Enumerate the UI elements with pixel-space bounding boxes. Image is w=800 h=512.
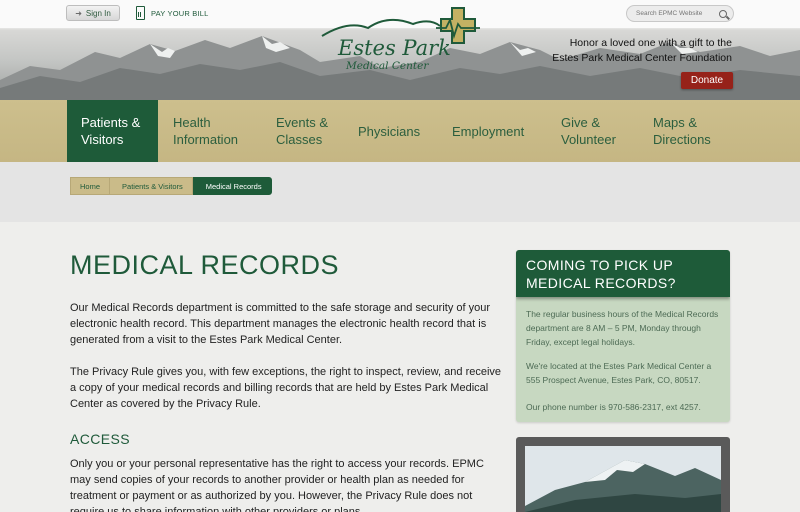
logo-name: Estes Park xyxy=(338,36,451,60)
calculator-icon xyxy=(136,6,145,20)
sign-in-label: Sign In xyxy=(85,8,111,18)
nav-label: Volunteer xyxy=(561,132,616,147)
breadcrumb-patients-visitors[interactable]: Patients & Visitors xyxy=(110,177,193,195)
location-text: We're located at the Estes Park Medical … xyxy=(526,361,712,385)
intro-paragraph: Our Medical Records department is commit… xyxy=(70,302,491,346)
nav-label: Health xyxy=(173,115,211,130)
nav-label: Give & xyxy=(561,115,601,130)
sign-in-button[interactable]: ➜ Sign In xyxy=(66,5,120,21)
pay-bill-link[interactable]: PAY YOUR BILL xyxy=(136,4,209,22)
foundation-line-1: Honor a loved one with a gift to the xyxy=(569,37,732,49)
nav-physicians[interactable]: Physicians xyxy=(358,100,438,162)
mountain-photo-frame xyxy=(516,437,730,512)
phone-text: Our phone number is 970-586-2317, ext 42… xyxy=(526,402,701,412)
pickup-heading-line-2: MEDICAL RECORDS? xyxy=(526,275,676,291)
access-paragraph: Only you or your personal representative… xyxy=(70,458,484,512)
site-search xyxy=(626,5,734,22)
foundation-line-2: Estes Park Medical Center Foundation xyxy=(552,52,732,64)
nav-label: Directions xyxy=(653,132,711,147)
nav-events-classes[interactable]: Events & Classes xyxy=(276,100,346,162)
nav-label: Information xyxy=(173,132,239,147)
site-header: ➜ Sign In PAY YOUR BILL Estes Park Medic… xyxy=(0,0,800,100)
search-icon[interactable] xyxy=(719,9,727,18)
logo-subtitle: Medical Center xyxy=(346,60,429,72)
pickup-info-box: COMING TO PICK UP MEDICAL RECORDS? The r… xyxy=(516,250,730,422)
nav-label: Visitors xyxy=(81,132,124,147)
foundation-message: Honor a loved one with a gift to the Est… xyxy=(552,36,732,66)
breadcrumb-current: Medical Records xyxy=(192,177,272,195)
pickup-heading-line-1: COMING TO PICK UP xyxy=(526,257,674,273)
nav-health-information[interactable]: Health Information xyxy=(173,100,263,162)
nav-label: Classes xyxy=(276,132,323,147)
donate-button[interactable]: Donate xyxy=(681,72,733,89)
nav-give-volunteer[interactable]: Give & Volunteer xyxy=(561,100,639,162)
business-hours-text: The regular business hours of the Medica… xyxy=(526,309,719,347)
nav-label: Employment xyxy=(452,123,525,139)
pickup-heading: COMING TO PICK UP MEDICAL RECORDS? xyxy=(516,250,730,297)
arrow-right-icon: ➜ xyxy=(75,8,82,18)
nav-label: Patients & xyxy=(81,115,141,130)
nav-patients-visitors[interactable]: Patients & Visitors xyxy=(67,100,158,162)
nav-label: Maps & xyxy=(653,115,698,130)
breadcrumb: Home Patients & Visitors Medical Records xyxy=(70,177,272,195)
main-nav: Patients & Visitors Health Information Eve… xyxy=(0,100,800,162)
nav-label: Events & xyxy=(276,115,329,130)
privacy-paragraph: The Privacy Rule gives you, with few exc… xyxy=(70,366,502,410)
pay-bill-label: PAY YOUR BILL xyxy=(151,8,209,18)
breadcrumb-home[interactable]: Home xyxy=(70,177,111,195)
site-logo[interactable]: Estes Park Medical Center xyxy=(318,6,486,80)
nav-employment[interactable]: Employment xyxy=(452,100,542,162)
page-title: MEDICAL RECORDS xyxy=(70,250,340,280)
access-heading: ACCESS xyxy=(70,431,130,447)
nav-label: Physicians xyxy=(358,123,421,139)
nav-maps-directions[interactable]: Maps & Directions xyxy=(653,100,733,162)
mountain-photo xyxy=(525,446,721,512)
search-input[interactable] xyxy=(636,10,716,17)
